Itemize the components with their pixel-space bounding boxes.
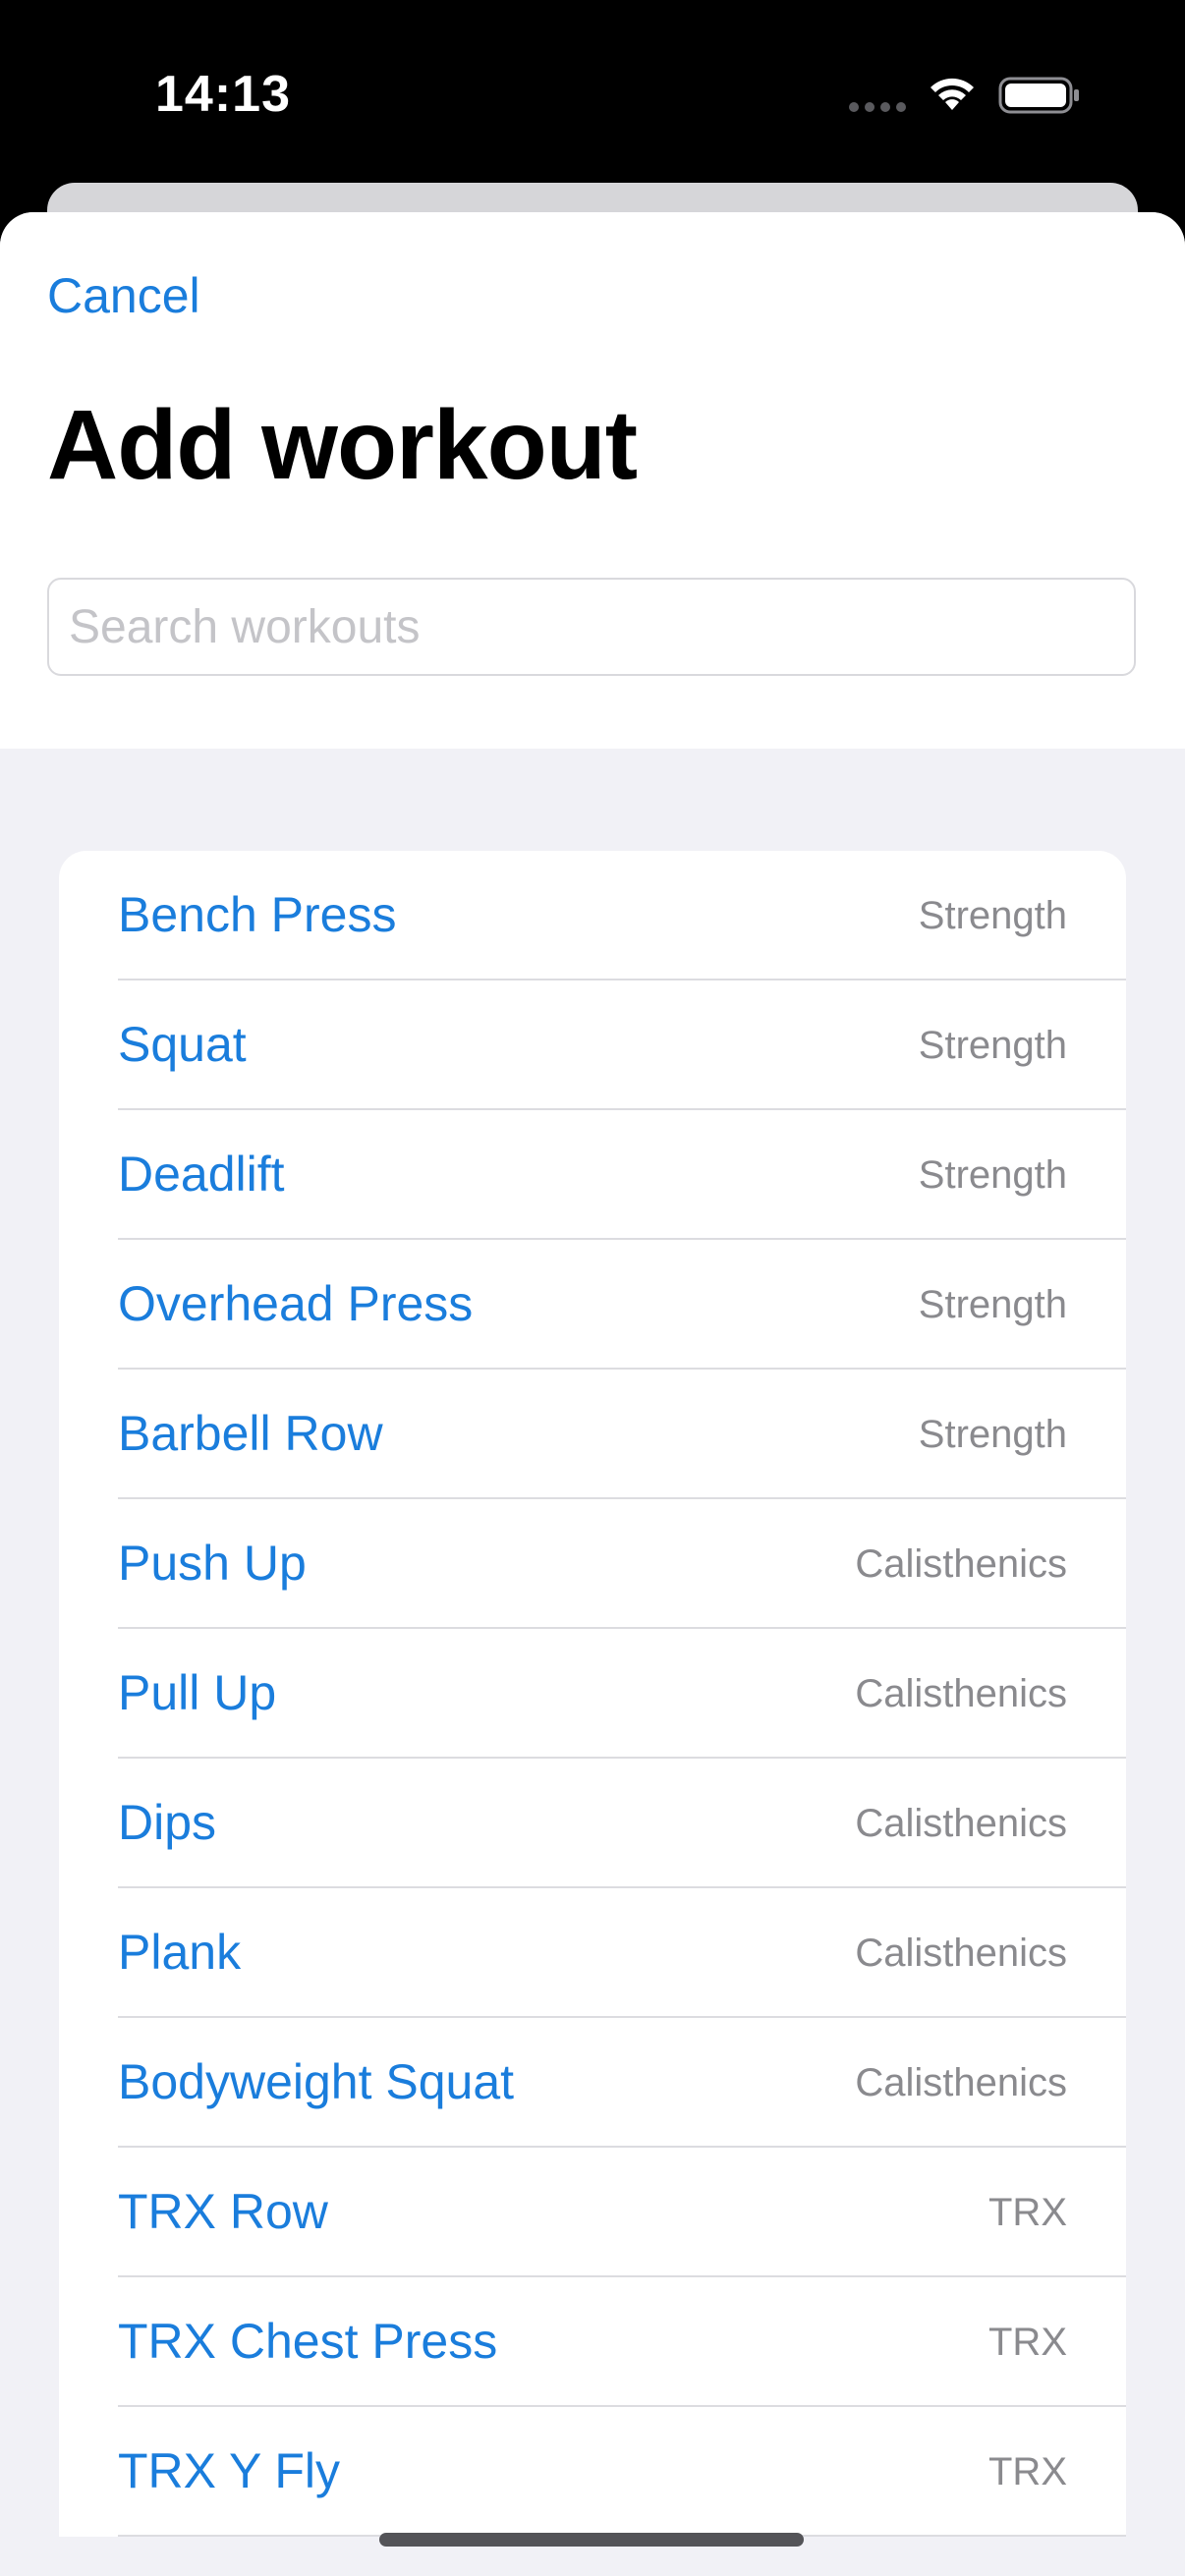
workout-name: Bodyweight Squat [118, 2054, 515, 2109]
workout-category: Calisthenics [855, 1672, 1067, 1715]
page-title: Add workout [47, 390, 638, 500]
workout-category: TRX [988, 2191, 1067, 2234]
workout-category: TRX [988, 2321, 1067, 2364]
workout-name: Bench Press [118, 887, 397, 942]
workout-row[interactable]: Deadlift Strength [59, 1110, 1126, 1240]
workout-name: Push Up [118, 1536, 307, 1591]
workout-list: Bench Press Strength Squat Strength Deadlift… [59, 851, 1126, 2537]
workout-row[interactable]: Push Up Calisthenics [59, 1499, 1126, 1629]
workout-name: TRX Row [118, 2184, 328, 2239]
workout-name: TRX Chest Press [118, 2314, 498, 2369]
workout-name: Overhead Press [118, 1276, 474, 1331]
cancel-button[interactable]: Cancel [47, 267, 200, 324]
workout-category: Calisthenics [855, 1932, 1067, 1975]
status-time: 14:13 [155, 66, 291, 123]
workout-name: TRX Y Fly [118, 2443, 340, 2498]
workout-name: Pull Up [118, 1665, 277, 1720]
workout-category: Strength [918, 894, 1067, 937]
workout-name: Plank [118, 1925, 242, 1980]
workout-row[interactable]: Plank Calisthenics [59, 1888, 1126, 2018]
sheet-header: Cancel Add workout [0, 212, 1185, 749]
workout-name: Barbell Row [118, 1406, 383, 1461]
workout-category: TRX [988, 2450, 1067, 2493]
workout-category: Calisthenics [855, 1802, 1067, 1845]
workout-row[interactable]: Dips Calisthenics [59, 1759, 1126, 1888]
workout-row[interactable]: Squat Strength [59, 980, 1126, 1110]
battery-icon [998, 77, 1079, 114]
workout-row[interactable]: TRX Chest Press TRX [59, 2277, 1126, 2407]
add-workout-sheet: Cancel Add workout Bench PressStrengthSq… [0, 212, 1185, 2576]
workout-category: Strength [918, 1413, 1067, 1456]
workout-row[interactable]: Overhead Press Strength [59, 1240, 1126, 1370]
home-indicator[interactable] [379, 2533, 804, 2547]
workout-category: Strength [918, 1153, 1067, 1197]
workout-category: Calisthenics [855, 1542, 1067, 1586]
wifi-icon [931, 78, 974, 110]
workout-name: Deadlift [118, 1147, 285, 1202]
workout-category: Strength [918, 1024, 1067, 1067]
status-bar: 14:13 [0, 0, 1185, 183]
workout-category: Strength [918, 1283, 1067, 1326]
workout-row[interactable]: Bench Press Strength [59, 851, 1126, 980]
workout-row[interactable]: Barbell Row Strength [59, 1370, 1126, 1499]
workout-row[interactable]: Pull Up Calisthenics [59, 1629, 1126, 1759]
workout-category: Calisthenics [855, 2061, 1067, 2104]
workout-name: Squat [118, 1017, 247, 1072]
workout-row[interactable]: TRX Row TRX [59, 2148, 1126, 2277]
cellular-signal-icon [849, 102, 906, 112]
search-input[interactable] [47, 578, 1136, 676]
workout-row[interactable]: TRX Y Fly TRX [59, 2407, 1126, 2537]
workout-row[interactable]: Bodyweight Squat Calisthenics [59, 2018, 1126, 2148]
workout-name: Dips [118, 1795, 217, 1850]
